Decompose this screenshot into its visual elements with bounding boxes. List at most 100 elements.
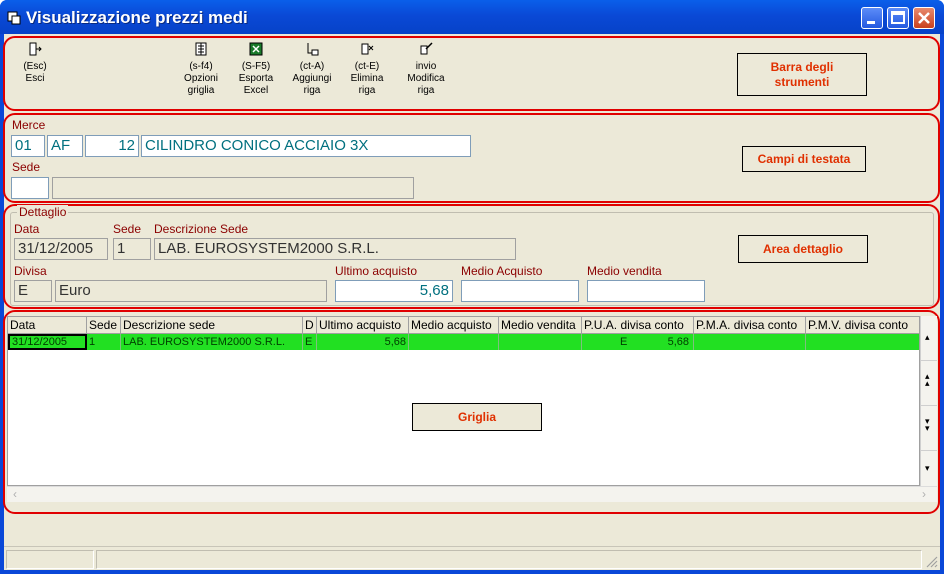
cell-pmv[interactable] <box>806 334 919 350</box>
header-fields-panel: Merce 01 AF 12 CILINDRO CONICO ACCIAIO 3… <box>3 113 940 203</box>
exit-key: (Esc) <box>23 61 47 72</box>
app-icon <box>7 11 21 25</box>
grid-options-label: Opzioni griglia <box>184 73 218 96</box>
col-header-sede[interactable]: Sede <box>87 317 121 334</box>
cell-pua[interactable]: E 5,68 <box>582 334 694 350</box>
merce-code2-field[interactable]: AF <box>47 135 83 157</box>
col-header-pua[interactable]: P.U.A. divisa conto <box>582 317 694 334</box>
merce-code1-field[interactable]: 01 <box>11 135 45 157</box>
delete-row-key: (ct-E) <box>354 61 380 72</box>
descrizione-sede-label: Descrizione Sede <box>154 222 249 236</box>
add-row-icon <box>307 43 319 56</box>
detail-groupbox: Dettaglio Data 31/12/2005 Sede 1 Descriz… <box>10 205 934 306</box>
cell-ultimo-acquisto[interactable]: 5,68 <box>317 334 409 350</box>
client-area: (Esc) Esci (s-f4) Opzioni griglia (S-F5)… <box>3 34 940 570</box>
toolbar-panel: (Esc) Esci (s-f4) Opzioni griglia (S-F5)… <box>3 36 940 111</box>
header-callout: Campi di testata <box>742 146 866 172</box>
maximize-icon <box>891 11 905 24</box>
title-bar[interactable]: Visualizzazione prezzi medi <box>0 0 944 34</box>
cell-medio-vendita[interactable] <box>499 334 582 350</box>
sede-label: Sede <box>12 160 41 174</box>
detail-callout: Area dettaglio <box>738 235 868 263</box>
maximize-button[interactable] <box>887 7 909 29</box>
grid-options-key: (s-f4) <box>189 61 213 72</box>
divisa-code-field: E <box>14 280 52 302</box>
arrow-down-icon: ▾ <box>925 463 930 473</box>
cell-pua-divisa: E <box>620 336 628 348</box>
sede-description-field <box>52 177 414 199</box>
double-arrow-down-icon: ▾ ▾ <box>925 416 930 433</box>
grid-callout: Griglia <box>412 403 542 431</box>
medio-acquisto-label: Medio Acquisto <box>461 264 543 278</box>
exit-door-icon <box>29 42 42 56</box>
edit-row-icon <box>420 42 433 55</box>
grid-horizontal-scrollbar[interactable]: ‹ › <box>7 486 937 502</box>
scroll-top-button[interactable]: ▴ <box>921 316 937 361</box>
app-window: Visualizzazione prezzi medi (Esc) Esci (… <box>0 0 944 574</box>
scroll-page-up-button[interactable]: ▴ ▴ <box>921 361 937 406</box>
sede-code-field[interactable] <box>11 177 49 199</box>
delete-row-button[interactable]: (ct-E) Elimina riga <box>347 42 387 97</box>
exit-label: Esci <box>25 73 45 84</box>
cell-pua-value: 5,68 <box>667 336 689 348</box>
export-excel-button[interactable]: (S-F5) Esporta Excel <box>236 42 276 97</box>
data-field: 31/12/2005 <box>14 238 108 260</box>
divisa-label: Divisa <box>14 264 47 278</box>
export-excel-key: (S-F5) <box>241 61 271 72</box>
descrizione-sede-field: LAB. EUROSYSTEM2000 S.R.L. <box>154 238 516 260</box>
close-button[interactable] <box>913 7 935 29</box>
medio-vendita-field[interactable] <box>587 280 705 302</box>
exit-button[interactable]: (Esc) Esci <box>15 42 55 85</box>
resize-grip-icon[interactable] <box>925 555 938 568</box>
close-icon <box>918 12 930 24</box>
cell-medio-acquisto[interactable] <box>409 334 499 350</box>
excel-icon <box>249 42 263 56</box>
cell-descrizione[interactable]: LAB. EUROSYSTEM2000 S.R.L. <box>121 334 303 350</box>
col-header-medio-acquisto[interactable]: Medio acquisto <box>409 317 499 334</box>
status-pane-2 <box>96 550 922 569</box>
edit-row-label: Modifica riga <box>407 73 445 96</box>
cell-data[interactable]: 31/12/2005 <box>8 334 87 350</box>
scroll-left-icon[interactable]: ‹ <box>13 487 17 501</box>
add-row-key: (ct-A) <box>299 61 325 72</box>
ultimo-acquisto-field[interactable]: 5,68 <box>335 280 453 302</box>
scroll-page-down-button[interactable]: ▾ ▾ <box>921 406 937 451</box>
detail-sede-label: Sede <box>113 222 142 236</box>
add-row-button[interactable]: (ct-A) Aggiungi riga <box>290 42 334 97</box>
cell-sede[interactable]: 1 <box>87 334 121 350</box>
edit-row-button[interactable]: invio Modifica riga <box>403 42 449 97</box>
grid-options-icon <box>195 42 207 56</box>
col-header-data[interactable]: Data <box>8 317 87 334</box>
minimize-icon <box>867 21 875 24</box>
arrow-up-icon: ▴ <box>925 332 930 342</box>
merce-label: Merce <box>12 118 46 132</box>
detail-sede-field: 1 <box>113 238 151 260</box>
ultimo-acquisto-label: Ultimo acquisto <box>335 264 418 278</box>
col-header-descrizione[interactable]: Descrizione sede <box>121 317 303 334</box>
data-label: Data <box>14 222 40 236</box>
col-header-pmv[interactable]: P.M.V. divisa conto <box>806 317 919 334</box>
detail-group-title: Dettaglio <box>17 205 69 219</box>
grid-vertical-scrollbar[interactable]: ▴ ▴ ▴ ▾ ▾ ▾ <box>920 316 937 486</box>
merce-code3-field[interactable]: 12 <box>85 135 139 157</box>
grid-options-button[interactable]: (s-f4) Opzioni griglia <box>179 42 223 97</box>
col-header-pma[interactable]: P.M.A. divisa conto <box>694 317 806 334</box>
cell-pma[interactable] <box>694 334 806 350</box>
scroll-right-icon[interactable]: › <box>922 487 926 501</box>
table-row[interactable]: 31/12/2005 1 LAB. EUROSYSTEM2000 S.R.L. … <box>8 334 919 350</box>
minimize-button[interactable] <box>861 7 883 29</box>
cell-d[interactable]: E <box>303 334 317 350</box>
col-header-ultimo-acquisto[interactable]: Ultimo acquisto <box>317 317 409 334</box>
col-header-medio-vendita[interactable]: Medio vendita <box>499 317 582 334</box>
divisa-description-field: Euro <box>55 280 327 302</box>
delete-row-label: Elimina riga <box>350 73 384 96</box>
delete-row-icon <box>361 43 374 55</box>
window-title: Visualizzazione prezzi medi <box>26 8 248 27</box>
export-excel-label: Esporta Excel <box>238 73 274 96</box>
medio-vendita-label: Medio vendita <box>587 264 662 278</box>
toolbar-callout: Barra degli strumenti <box>737 53 867 96</box>
prices-grid[interactable]: Data Sede Descrizione sede D Ultimo acqu… <box>7 316 920 486</box>
col-header-d[interactable]: D <box>303 317 317 334</box>
merce-description-field[interactable]: CILINDRO CONICO ACCIAIO 3X <box>141 135 471 157</box>
medio-acquisto-field[interactable] <box>461 280 579 302</box>
